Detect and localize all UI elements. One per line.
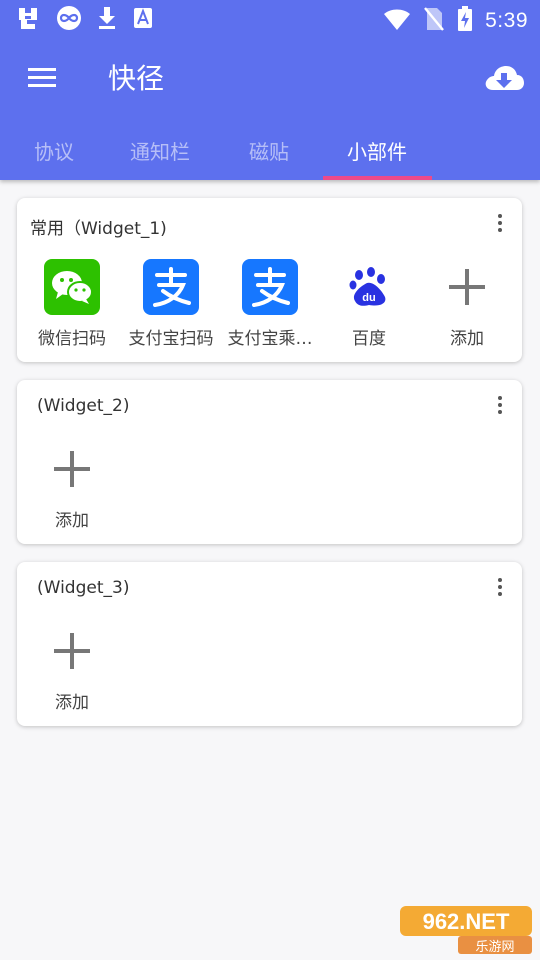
infinity-icon [56, 5, 82, 35]
hamburger-menu-icon[interactable] [20, 60, 62, 96]
plus-icon [439, 259, 495, 315]
svg-text:du: du [362, 292, 375, 304]
alipay-icon [143, 259, 199, 315]
alipay-icon [242, 259, 298, 315]
download-icon [96, 5, 118, 35]
wechat-icon [44, 259, 100, 315]
shortcut-label: 添加 [55, 511, 89, 531]
tab-notification-bar[interactable]: 通知栏 [130, 136, 190, 165]
shortcut-label: 支付宝扫码 [128, 329, 214, 349]
no-sim-icon [423, 6, 445, 36]
watermark-top-text: 962.NET [423, 909, 510, 934]
shortcut-wechat-scan[interactable]: 微信扫码 [22, 259, 122, 349]
bug-icon [14, 5, 42, 35]
shortcut-label: 添加 [55, 693, 89, 713]
tab-protocol[interactable]: 协议 [34, 136, 74, 165]
cloud-download-icon[interactable] [482, 58, 526, 98]
more-options-icon[interactable] [494, 578, 506, 600]
more-options-icon[interactable] [494, 214, 506, 236]
shortcut-label: 百度 [352, 329, 386, 349]
shortcut-label: 支付宝乘… [227, 329, 313, 349]
widget-card-1: 常用（Widget_1) 微信扫码 支付宝扫码 支付宝乘… du 百度 添加 [17, 198, 522, 362]
shortcut-label: 添加 [450, 329, 484, 349]
add-shortcut-button[interactable]: 添加 [22, 623, 122, 713]
widget-title: (Widget_3) [37, 578, 130, 598]
widget-card-3: (Widget_3) 添加 [17, 562, 522, 726]
app-title: 快径 [108, 62, 165, 95]
add-shortcut-button[interactable]: 添加 [22, 441, 122, 531]
widget-title: (Widget_2) [37, 396, 130, 416]
shortcut-label: 微信扫码 [38, 329, 106, 349]
more-options-icon[interactable] [494, 396, 506, 418]
widget-title: 常用（Widget_1) [30, 219, 167, 239]
watermark-bottom-text: 乐游网 [475, 940, 514, 955]
app-bar: 5:39 快径 协议 通知栏 磁贴 小部件 [0, 0, 540, 180]
shortcut-alipay-scan[interactable]: 支付宝扫码 [121, 259, 221, 349]
font-icon [132, 6, 154, 34]
plus-icon [44, 441, 100, 497]
tab-bar: 协议 通知栏 磁贴 小部件 [0, 120, 540, 180]
baidu-icon: du [341, 259, 397, 315]
wifi-icon [383, 7, 411, 35]
plus-icon [44, 623, 100, 679]
toolbar: 快径 [0, 38, 540, 120]
tab-tiles[interactable]: 磁贴 [249, 136, 289, 165]
shortcut-alipay-transit[interactable]: 支付宝乘… [220, 259, 320, 349]
tab-indicator [323, 176, 432, 180]
tab-widgets[interactable]: 小部件 [347, 136, 407, 165]
shortcut-baidu[interactable]: du 百度 [319, 259, 419, 349]
site-watermark: 962.NET 乐游网 [398, 904, 534, 956]
status-bar: 5:39 [0, 0, 540, 38]
status-time: 5:39 [485, 9, 528, 32]
battery-charging-icon [457, 6, 473, 36]
add-shortcut-button[interactable]: 添加 [417, 259, 517, 349]
widget-card-2: (Widget_2) 添加 [17, 380, 522, 544]
